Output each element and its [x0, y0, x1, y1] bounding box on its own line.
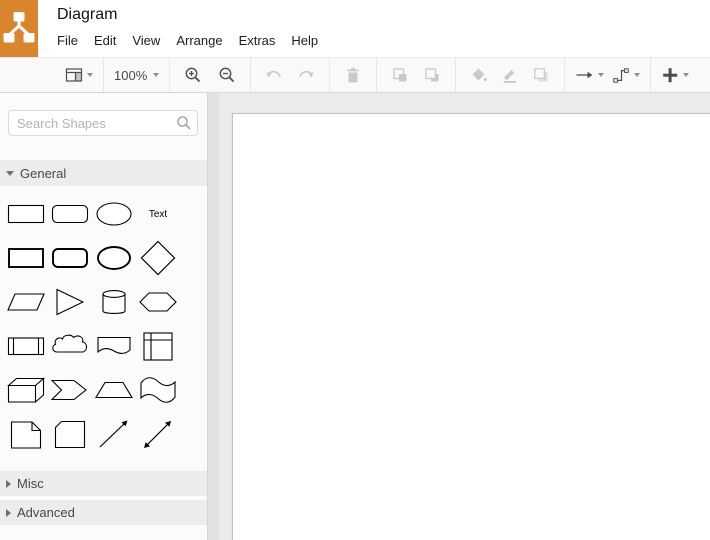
shape-note[interactable]: [4, 412, 48, 456]
shape-step[interactable]: [48, 368, 92, 412]
zoom-level-value: 100%: [114, 67, 148, 83]
pencil-line-icon: [504, 70, 517, 83]
section-header-general[interactable]: General: [0, 160, 207, 186]
menu-item-extras[interactable]: Extras: [239, 33, 276, 48]
search-box: [8, 110, 198, 136]
toolbar-zoom-level[interactable]: 100%: [114, 62, 160, 88]
undo-arrow-icon: [266, 70, 282, 78]
shape-parallelogram[interactable]: [4, 280, 48, 324]
toolbar-group-view: [55, 58, 103, 92]
paint-bucket-icon: [472, 68, 488, 82]
chevron-down-icon: [598, 73, 605, 77]
search-icon: [177, 116, 191, 130]
toolbar-group-history: [250, 58, 329, 92]
shape-circle[interactable]: [92, 236, 136, 280]
shape-text-label: Text: [148, 208, 168, 220]
toolbar-group-connection: [564, 58, 650, 92]
toolbar-waypoints[interactable]: [612, 62, 641, 88]
section-label: Advanced: [17, 505, 75, 520]
section-header-advanced[interactable]: Advanced: [0, 500, 207, 525]
toolbar-line-color[interactable]: [497, 62, 523, 88]
menu-item-view[interactable]: View: [132, 33, 160, 48]
chevron-down-icon: [153, 73, 160, 77]
shape-palette: Text: [4, 192, 182, 456]
shape-ellipse[interactable]: [92, 192, 136, 236]
shape-internal-storage[interactable]: [136, 324, 180, 368]
elbow-connector-icon: [613, 68, 629, 83]
shape-rounded-rectangle[interactable]: [48, 192, 92, 236]
chevron-down-icon: [683, 73, 690, 77]
shape-card[interactable]: [48, 412, 92, 456]
canvas-area[interactable]: [219, 93, 710, 540]
shape-line[interactable]: [92, 412, 136, 456]
section-label: Misc: [17, 476, 44, 491]
send-to-back-icon: [425, 68, 439, 82]
document-title: Diagram: [57, 6, 118, 23]
toolbar-group-delete: [329, 58, 376, 92]
toolbar-redo[interactable]: [293, 62, 319, 88]
shape-bidirectional-arrow[interactable]: [136, 412, 180, 456]
menubar: File Edit View Arrange Extras Help: [57, 33, 318, 48]
plus-icon: [663, 68, 678, 83]
shape-text[interactable]: Text: [136, 192, 180, 236]
menu-item-arrange[interactable]: Arrange: [176, 33, 222, 48]
toolbar-to-front[interactable]: [387, 62, 413, 88]
toolbar-undo[interactable]: [261, 62, 287, 88]
section-label: General: [20, 165, 67, 181]
shape-document[interactable]: [92, 324, 136, 368]
triangle-right-icon: [6, 479, 11, 488]
page-view-icon: [65, 68, 83, 82]
shape-square[interactable]: [4, 236, 48, 280]
menu-item-file[interactable]: File: [57, 33, 78, 48]
toolbar-to-back[interactable]: [419, 62, 445, 88]
shadow-square-icon: [534, 68, 548, 82]
toolbar-zoom-in[interactable]: [180, 62, 206, 88]
shape-hexagon[interactable]: [136, 280, 180, 324]
toolbar-connection[interactable]: [575, 62, 605, 88]
shape-trapezoid[interactable]: [92, 368, 136, 412]
bring-to-front-icon: [393, 68, 407, 82]
shape-rounded-square[interactable]: [48, 236, 92, 280]
toolbar: 100%: [0, 57, 710, 93]
toolbar-zoom-out[interactable]: [214, 62, 240, 88]
toolbar-group-zoom: [169, 58, 250, 92]
trash-icon: [347, 67, 360, 83]
sidebar-resizer[interactable]: [207, 93, 219, 540]
shape-rectangle[interactable]: [4, 192, 48, 236]
magnifier-plus-icon: [185, 67, 201, 83]
triangle-right-icon: [6, 508, 11, 517]
toolbar-group-style: [455, 58, 564, 92]
header: Diagram File Edit View Arrange Extras He…: [0, 0, 710, 57]
toolbar-page-view[interactable]: [65, 62, 93, 88]
magnifier-minus-icon: [219, 67, 235, 83]
drawing-page[interactable]: [232, 113, 710, 540]
shapes-sidebar: General Text: [0, 93, 207, 540]
toolbar-delete[interactable]: [340, 62, 366, 88]
shape-cloud[interactable]: [48, 324, 92, 368]
app-logo tree-diagram-icon: [0, 0, 38, 57]
shape-process[interactable]: [4, 324, 48, 368]
toolbar-shadow[interactable]: [528, 62, 554, 88]
search-shapes-input[interactable]: [8, 110, 198, 136]
redo-arrow-icon: [299, 70, 315, 78]
shape-cube[interactable]: [4, 368, 48, 412]
menu-item-help[interactable]: Help: [291, 33, 318, 48]
toolbar-group-insert: [650, 58, 699, 92]
chevron-down-icon: [634, 73, 641, 77]
toolbar-fill-color[interactable]: [466, 62, 492, 88]
chevron-down-icon: [87, 73, 93, 77]
toolbar-group-zoom-level: 100%: [103, 58, 169, 92]
toolbar-insert[interactable]: [661, 62, 690, 88]
arrow-right-icon: [576, 71, 593, 79]
shape-cylinder[interactable]: [92, 280, 136, 324]
section-header-misc[interactable]: Misc: [0, 471, 207, 496]
shape-tape[interactable]: [136, 368, 180, 412]
menu-item-edit[interactable]: Edit: [94, 33, 116, 48]
drawio-app: Diagram File Edit View Arrange Extras He…: [0, 0, 710, 540]
shape-diamond[interactable]: [136, 236, 180, 280]
shape-triangle[interactable]: [48, 280, 92, 324]
toolbar-group-order: [376, 58, 455, 92]
triangle-down-icon: [6, 170, 14, 176]
